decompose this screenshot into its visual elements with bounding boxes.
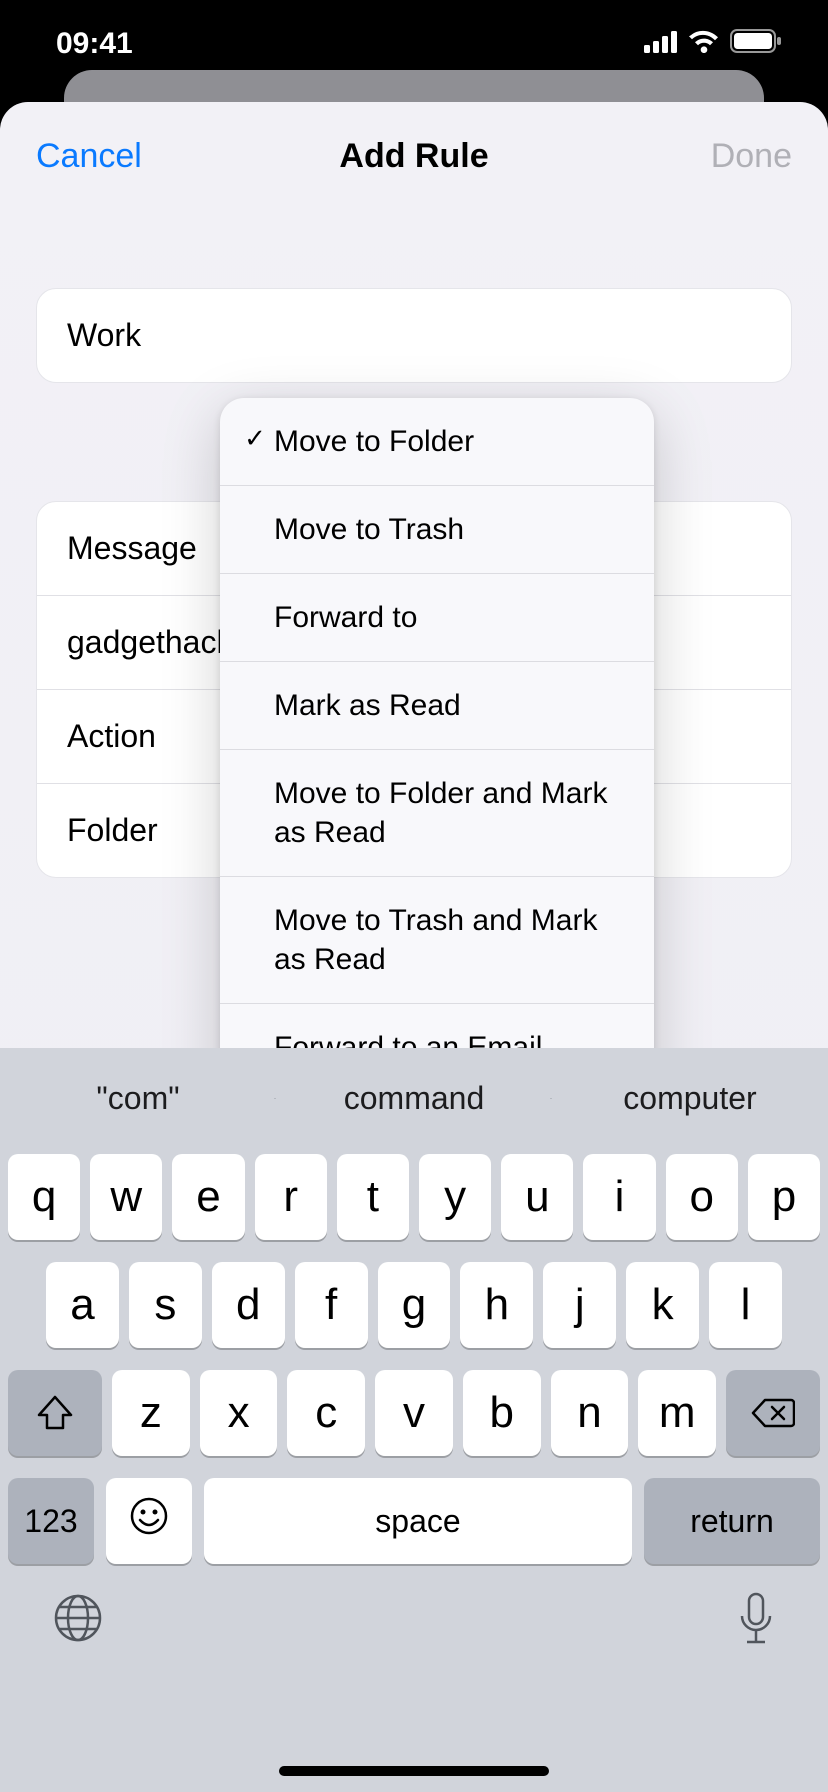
dropdown-item-move-trash-mark-read[interactable]: Move to Trash and Mark as Read <box>220 877 654 1004</box>
key-m[interactable]: m <box>638 1370 716 1456</box>
key-s[interactable]: s <box>129 1262 202 1348</box>
keyboard-row-3: z x c v b n m <box>8 1370 820 1456</box>
key-p[interactable]: p <box>748 1154 820 1240</box>
numbers-key[interactable]: 123 <box>8 1478 94 1564</box>
shift-icon <box>36 1395 74 1431</box>
return-key[interactable]: return <box>644 1478 820 1564</box>
status-time: 09:41 <box>56 27 133 61</box>
rule-name-input[interactable]: Work <box>36 288 792 383</box>
done-button[interactable]: Done <box>711 137 792 176</box>
delete-key[interactable] <box>726 1370 820 1456</box>
dropdown-item-move-to-trash[interactable]: Move to Trash <box>220 486 654 574</box>
dropdown-item-label: Move to Folder <box>274 422 474 461</box>
keyboard-row-4: 123 space return <box>0 1478 828 1574</box>
key-g[interactable]: g <box>378 1262 451 1348</box>
key-i[interactable]: i <box>583 1154 655 1240</box>
modal-nav: Cancel Add Rule Done <box>0 102 828 210</box>
dropdown-item-mark-as-read[interactable]: Mark as Read <box>220 662 654 750</box>
dropdown-item-label: Move to Trash and Mark as Read <box>274 901 632 979</box>
dropdown-item-label: Move to Trash <box>274 510 464 549</box>
key-a[interactable]: a <box>46 1262 119 1348</box>
key-t[interactable]: t <box>337 1154 409 1240</box>
space-key[interactable]: space <box>204 1478 632 1564</box>
emoji-icon <box>129 1496 169 1546</box>
delete-icon <box>751 1397 795 1429</box>
key-k[interactable]: k <box>626 1262 699 1348</box>
keyboard: "com" command computer q w e r t y u i o… <box>0 1048 828 1792</box>
key-w[interactable]: w <box>90 1154 162 1240</box>
key-b[interactable]: b <box>463 1370 541 1456</box>
dictation-icon[interactable] <box>736 1592 776 1653</box>
key-x[interactable]: x <box>200 1370 278 1456</box>
key-f[interactable]: f <box>295 1262 368 1348</box>
emoji-key[interactable] <box>106 1478 192 1564</box>
checkmark-icon: ✓ <box>236 422 274 456</box>
dropdown-item-label: Forward to <box>274 598 417 637</box>
prediction-option[interactable]: "com" <box>0 1080 276 1117</box>
dropdown-item-label: Mark as Read <box>274 686 461 725</box>
key-v[interactable]: v <box>375 1370 453 1456</box>
key-z[interactable]: z <box>112 1370 190 1456</box>
cancel-button[interactable]: Cancel <box>36 137 142 176</box>
dropdown-item-label: Move to Folder and Mark as Read <box>274 774 632 852</box>
shift-key[interactable] <box>8 1370 102 1456</box>
dropdown-item-move-to-folder[interactable]: ✓ Move to Folder <box>220 398 654 486</box>
key-l[interactable]: l <box>709 1262 782 1348</box>
key-n[interactable]: n <box>551 1370 629 1456</box>
status-indicators <box>644 27 782 61</box>
key-j[interactable]: j <box>543 1262 616 1348</box>
prediction-option[interactable]: computer <box>552 1080 828 1117</box>
add-rule-modal: Cancel Add Rule Done Work Message gadget… <box>0 102 828 1792</box>
dropdown-item-move-folder-mark-read[interactable]: Move to Folder and Mark as Read <box>220 750 654 877</box>
key-y[interactable]: y <box>419 1154 491 1240</box>
key-e[interactable]: e <box>172 1154 244 1240</box>
globe-icon[interactable] <box>52 1592 104 1649</box>
key-c[interactable]: c <box>287 1370 365 1456</box>
key-u[interactable]: u <box>501 1154 573 1240</box>
battery-icon <box>730 27 782 61</box>
key-o[interactable]: o <box>666 1154 738 1240</box>
key-h[interactable]: h <box>460 1262 533 1348</box>
wifi-icon <box>688 27 720 61</box>
cellular-icon <box>644 27 678 61</box>
keyboard-row-2: a s d f g h j k l <box>8 1262 820 1348</box>
prediction-option[interactable]: command <box>276 1080 552 1117</box>
dropdown-item-forward-to[interactable]: Forward to <box>220 574 654 662</box>
prediction-bar: "com" command computer <box>0 1048 828 1148</box>
keyboard-row-1: q w e r t y u i o p <box>8 1154 820 1240</box>
key-d[interactable]: d <box>212 1262 285 1348</box>
home-indicator[interactable] <box>279 1766 549 1776</box>
key-r[interactable]: r <box>255 1154 327 1240</box>
key-q[interactable]: q <box>8 1154 80 1240</box>
